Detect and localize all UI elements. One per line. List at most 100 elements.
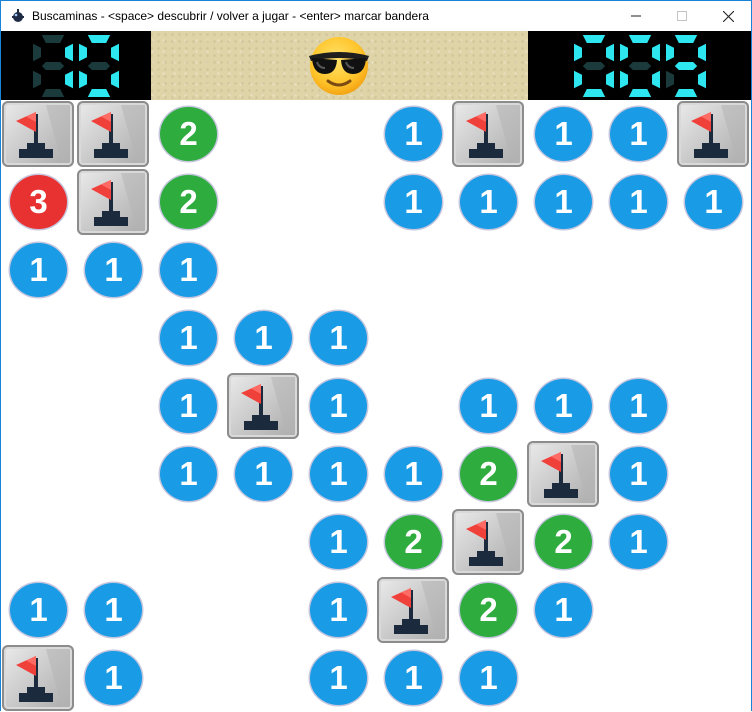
revealed-number-cell[interactable]: 1: [526, 372, 601, 440]
mine-count-badge: 1: [460, 651, 517, 705]
revealed-number-cell[interactable]: 3: [1, 168, 76, 236]
segment-e: [79, 70, 87, 88]
flagged-cell[interactable]: [676, 100, 751, 168]
flagged-cell[interactable]: [76, 168, 151, 236]
mine-count-badge: 1: [85, 651, 142, 705]
mine-count-badge: 1: [10, 243, 67, 297]
flag-icon: [16, 105, 70, 163]
flag-tile: [2, 101, 74, 167]
title-bar[interactable]: Buscaminas - <space> descubrir / volver …: [1, 1, 751, 31]
revealed-number-cell[interactable]: 1: [526, 100, 601, 168]
timer-digit-1: [619, 34, 660, 97]
revealed-number-cell[interactable]: 2: [151, 100, 226, 168]
mine-count-badge: 1: [160, 243, 217, 297]
revealed-number-cell[interactable]: 2: [376, 508, 451, 576]
flagged-cell[interactable]: [76, 100, 151, 168]
revealed-number-cell[interactable]: 1: [301, 644, 376, 712]
segment-f: [619, 43, 628, 61]
mine-count-badge: 1: [385, 107, 442, 161]
revealed-number-cell[interactable]: 1: [301, 576, 376, 644]
sunglasses-face-icon: [309, 37, 369, 95]
revealed-number-cell[interactable]: 1: [376, 644, 451, 712]
mine-count-badge: 2: [160, 175, 217, 229]
mine-count-badge: 1: [85, 583, 142, 637]
flagged-cell[interactable]: [526, 440, 601, 508]
timer-digit-2: [665, 34, 706, 97]
revealed-number-cell[interactable]: 2: [451, 576, 526, 644]
segment-c: [65, 70, 73, 88]
segment-d: [87, 88, 111, 97]
revealed-number-cell[interactable]: 1: [676, 168, 751, 236]
close-button[interactable]: [705, 1, 751, 31]
flag-icon: [691, 105, 745, 163]
revealed-number-cell[interactable]: 1: [226, 304, 301, 372]
revealed-number-cell[interactable]: 1: [526, 576, 601, 644]
flag-icon: [16, 649, 70, 707]
revealed-number-cell[interactable]: 1: [451, 644, 526, 712]
revealed-number-cell[interactable]: 1: [76, 576, 151, 644]
flagged-cell[interactable]: [451, 100, 526, 168]
revealed-number-cell[interactable]: 1: [151, 304, 226, 372]
revealed-number-cell[interactable]: 1: [601, 168, 676, 236]
revealed-number-cell[interactable]: 1: [601, 508, 676, 576]
revealed-number-cell[interactable]: 1: [76, 644, 151, 712]
revealed-number-cell[interactable]: 1: [151, 236, 226, 304]
mine-count-badge: 1: [610, 175, 667, 229]
flag-icon: [466, 513, 520, 571]
revealed-number-cell[interactable]: 1: [451, 372, 526, 440]
mine-count-badge: 1: [235, 311, 292, 365]
revealed-number-cell[interactable]: 1: [376, 168, 451, 236]
revealed-number-cell[interactable]: 1: [1, 576, 76, 644]
revealed-number-cell[interactable]: 2: [451, 440, 526, 508]
mine-count-badge: 1: [535, 583, 592, 637]
revealed-number-cell[interactable]: 1: [301, 508, 376, 576]
revealed-number-cell[interactable]: 1: [151, 440, 226, 508]
flag-icon: [91, 173, 145, 231]
mine-count-badge: 1: [10, 583, 67, 637]
revealed-number-cell[interactable]: 1: [451, 168, 526, 236]
flagged-cell[interactable]: [376, 576, 451, 644]
flagged-cell[interactable]: [451, 508, 526, 576]
mine-count-badge: 1: [310, 651, 367, 705]
flagged-cell[interactable]: [1, 644, 76, 712]
flag-icon: [241, 377, 295, 435]
mines-counter: [1, 31, 151, 100]
mine-count-badge: 2: [160, 107, 217, 161]
revealed-number-cell[interactable]: 1: [601, 372, 676, 440]
sunglasses-face-button[interactable]: [302, 34, 376, 98]
flagged-cell[interactable]: [1, 100, 76, 168]
close-icon: [722, 10, 734, 22]
revealed-number-cell[interactable]: 2: [151, 168, 226, 236]
revealed-number-cell[interactable]: 1: [526, 168, 601, 236]
mine-count-badge: 3: [10, 175, 67, 229]
mine-count-badge: 1: [610, 515, 667, 569]
revealed-number-cell[interactable]: 1: [376, 100, 451, 168]
revealed-number-cell[interactable]: 1: [151, 372, 226, 440]
mine-count-badge: 1: [310, 379, 367, 433]
segment-g: [628, 61, 651, 70]
segment-a: [674, 34, 697, 43]
minimize-button[interactable]: [613, 1, 659, 31]
flagged-cell[interactable]: [226, 372, 301, 440]
flag-tile: [452, 509, 524, 575]
revealed-number-cell[interactable]: 1: [76, 236, 151, 304]
revealed-number-cell[interactable]: 2: [526, 508, 601, 576]
revealed-number-cell[interactable]: 1: [1, 236, 76, 304]
flag-tile: [377, 577, 449, 643]
revealed-number-cell[interactable]: 1: [301, 440, 376, 508]
segment-g: [41, 61, 65, 70]
segment-c: [111, 70, 119, 88]
revealed-number-cell[interactable]: 1: [226, 440, 301, 508]
revealed-number-cell[interactable]: 1: [301, 372, 376, 440]
revealed-number-cell[interactable]: 1: [601, 440, 676, 508]
segment-g: [87, 61, 111, 70]
segment-f: [573, 43, 582, 61]
revealed-number-cell[interactable]: 1: [301, 304, 376, 372]
revealed-number-cell[interactable]: 1: [376, 440, 451, 508]
revealed-number-cell[interactable]: 1: [601, 100, 676, 168]
mine-count-badge: 1: [310, 311, 367, 365]
flag-icon: [541, 445, 595, 503]
maximize-button[interactable]: [659, 1, 705, 31]
flag-icon: [91, 105, 145, 163]
flag-tile: [452, 101, 524, 167]
